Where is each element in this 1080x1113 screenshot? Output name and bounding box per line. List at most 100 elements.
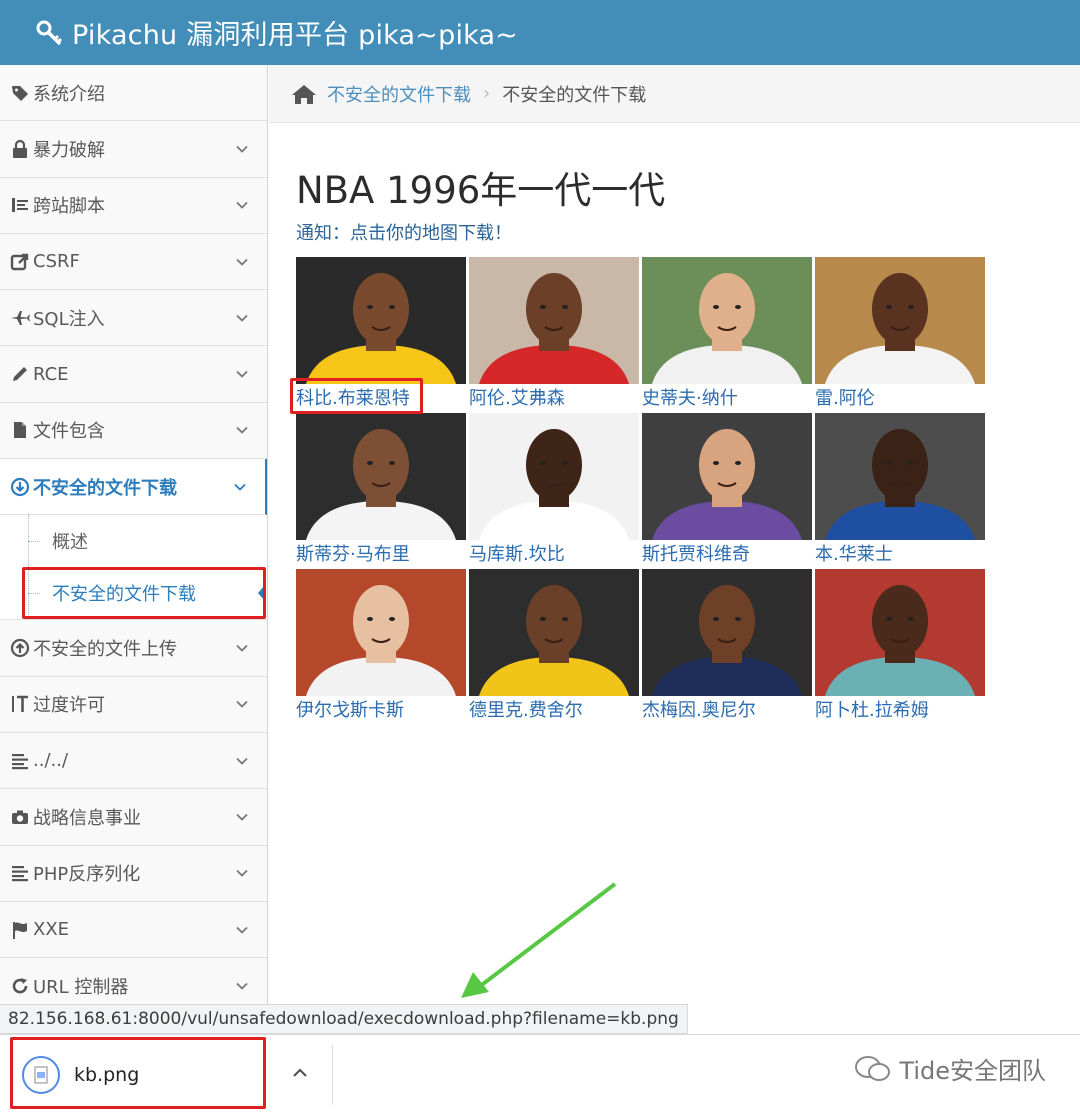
sidebar-item[interactable]: CSRF <box>0 233 267 291</box>
tags-icon <box>10 83 30 103</box>
sidebar-item[interactable]: 跨站脚本 <box>0 177 267 234</box>
status-url: 82.156.168.61:8000/vul/unsafedownload/ex… <box>0 1004 688 1034</box>
chevron-down-icon <box>236 202 248 210</box>
chevron-down-icon <box>236 813 248 821</box>
player-card[interactable]: 马库斯.坎比 <box>469 413 641 568</box>
watermark: Tide安全团队 <box>853 1051 1046 1086</box>
sidebar-item-label: 系统介绍 <box>33 83 105 105</box>
list-icon <box>10 195 30 215</box>
sidebar-item-label: URL 控制器 <box>33 976 129 998</box>
download-circle-icon <box>10 477 30 497</box>
player-name-link[interactable]: 阿伦.艾弗森 <box>469 386 641 412</box>
player-photo[interactable] <box>296 413 466 540</box>
pencil-icon <box>10 364 30 384</box>
chevron-down-icon <box>236 870 248 877</box>
sidebar-item-label: CSRF <box>33 251 80 273</box>
player-card[interactable]: 史蒂夫·纳什 <box>642 257 814 412</box>
player-card[interactable]: 德里克.费舍尔 <box>469 569 641 724</box>
player-name-link[interactable]: 阿卜杜.拉希姆 <box>815 698 987 724</box>
player-photo[interactable] <box>642 569 812 696</box>
upload-circle-icon <box>10 638 30 658</box>
player-name-link[interactable]: 雷.阿伦 <box>815 386 987 412</box>
player-card[interactable]: 斯托贾科维奇 <box>642 413 814 568</box>
sidebar-item[interactable]: RCE <box>0 346 267 403</box>
sidebar-item[interactable]: 文件包含 <box>0 402 267 460</box>
sidebar-item-label: 暴力破解 <box>33 139 105 161</box>
chevron-down-icon <box>236 370 248 378</box>
player-photo[interactable] <box>469 569 639 696</box>
player-photo[interactable] <box>642 257 812 384</box>
player-photo[interactable] <box>296 569 466 696</box>
sidebar-item-label: 跨站脚本 <box>33 196 105 218</box>
player-name-link[interactable]: 斯蒂芬·马布里 <box>296 542 468 568</box>
player-name-link[interactable]: 本.华莱士 <box>815 542 987 568</box>
player-photo[interactable] <box>815 569 985 696</box>
player-photo[interactable] <box>815 257 985 384</box>
arrow-annotation-icon <box>461 882 617 998</box>
player-photo[interactable] <box>469 257 639 384</box>
home-icon[interactable] <box>291 83 317 105</box>
sidebar-item[interactable]: SQL注入 <box>0 290 267 347</box>
chevron-down-icon <box>236 427 248 435</box>
align-left-icon <box>10 751 30 771</box>
sidebar-item-label: 过度许可 <box>33 695 105 717</box>
chevron-down-icon <box>236 314 248 322</box>
chevron-down-icon <box>236 644 248 652</box>
player-name-link[interactable]: 斯托贾科维奇 <box>642 542 814 568</box>
player-name-link[interactable]: 史蒂夫·纳什 <box>642 386 814 412</box>
file-icon <box>10 420 30 440</box>
chevron-down-icon <box>236 145 248 153</box>
navbar: Pikachu 漏洞利用平台 pika~pika~ <box>0 0 1080 65</box>
refresh-icon <box>10 976 30 996</box>
player-photo[interactable] <box>296 257 466 384</box>
player-name-link[interactable]: 德里克.费舍尔 <box>469 698 641 724</box>
sidebar-item[interactable]: 过度许可 <box>0 676 267 733</box>
sidebar-item[interactable]: 战略信息事业 <box>0 789 267 846</box>
highlight-box-download <box>10 1037 266 1109</box>
chevron-up-icon[interactable] <box>290 1063 310 1083</box>
sidebar-item[interactable]: 不安全的文件上传 <box>0 620 267 677</box>
player-card[interactable]: 斯蒂芬·马布里 <box>296 413 468 568</box>
breadcrumb-link[interactable]: 不安全的文件下载 <box>327 81 471 107</box>
sidebar-item[interactable]: 系统介绍 <box>0 65 267 122</box>
chevron-down-icon <box>236 701 248 709</box>
player-card[interactable]: 杰梅因.奥尼尔 <box>642 569 814 724</box>
sidebar-item[interactable]: PHP反序列化 <box>0 845 267 902</box>
sidebar-item-label: SQL注入 <box>33 308 105 330</box>
download-bar: kb.png Tide安全团队 <box>0 1034 1080 1113</box>
breadcrumb: 不安全的文件下载 › 不安全的文件下载 <box>269 65 1080 123</box>
player-name-link[interactable]: 杰梅因.奥尼尔 <box>642 698 814 724</box>
player-card[interactable]: 雷.阿伦 <box>815 257 987 412</box>
breadcrumb-separator: › <box>483 83 491 104</box>
player-card[interactable]: 本.华莱士 <box>815 413 987 568</box>
player-name-link[interactable]: 伊尔戈斯卡斯 <box>296 698 468 724</box>
sidebar-item[interactable]: 暴力破解 <box>0 121 267 178</box>
wechat-icon <box>855 1055 891 1081</box>
notice-text: 通知：点击你的地图下载！ <box>296 223 512 244</box>
tree-branch <box>28 541 40 543</box>
app-title[interactable]: Pikachu 漏洞利用平台 pika~pika~ <box>72 13 518 52</box>
sidebar-item-label: 战略信息事业 <box>33 807 141 829</box>
player-card[interactable]: 阿伦.艾弗森 <box>469 257 641 412</box>
player-photo[interactable] <box>469 413 639 540</box>
player-name-link[interactable]: 马库斯.坎比 <box>469 542 641 568</box>
submenu-item[interactable]: 概述 <box>0 515 267 568</box>
divider <box>332 1045 333 1105</box>
player-photo[interactable] <box>815 413 985 540</box>
player-card[interactable]: 阿卜杜.拉希姆 <box>815 569 987 724</box>
text-height-icon <box>10 694 30 714</box>
player-card[interactable]: 伊尔戈斯卡斯 <box>296 569 468 724</box>
share-icon <box>10 252 30 272</box>
highlight-box-kobe <box>290 378 423 414</box>
sidebar-item-label: RCE <box>33 363 69 385</box>
sidebar-item-label: 文件包含 <box>33 421 105 443</box>
chevron-down-icon <box>236 757 248 765</box>
sidebar-item[interactable]: 不安全的文件下载 <box>0 459 267 516</box>
chevron-down-icon <box>236 258 248 266</box>
sidebar-item[interactable]: XXE <box>0 901 267 959</box>
camera-icon <box>10 807 30 827</box>
watermark-text: Tide安全团队 <box>899 1057 1046 1085</box>
page-title: NBA 1996年一代一代 <box>296 169 666 212</box>
sidebar-item[interactable]: ../../ <box>0 732 267 790</box>
player-photo[interactable] <box>642 413 812 540</box>
